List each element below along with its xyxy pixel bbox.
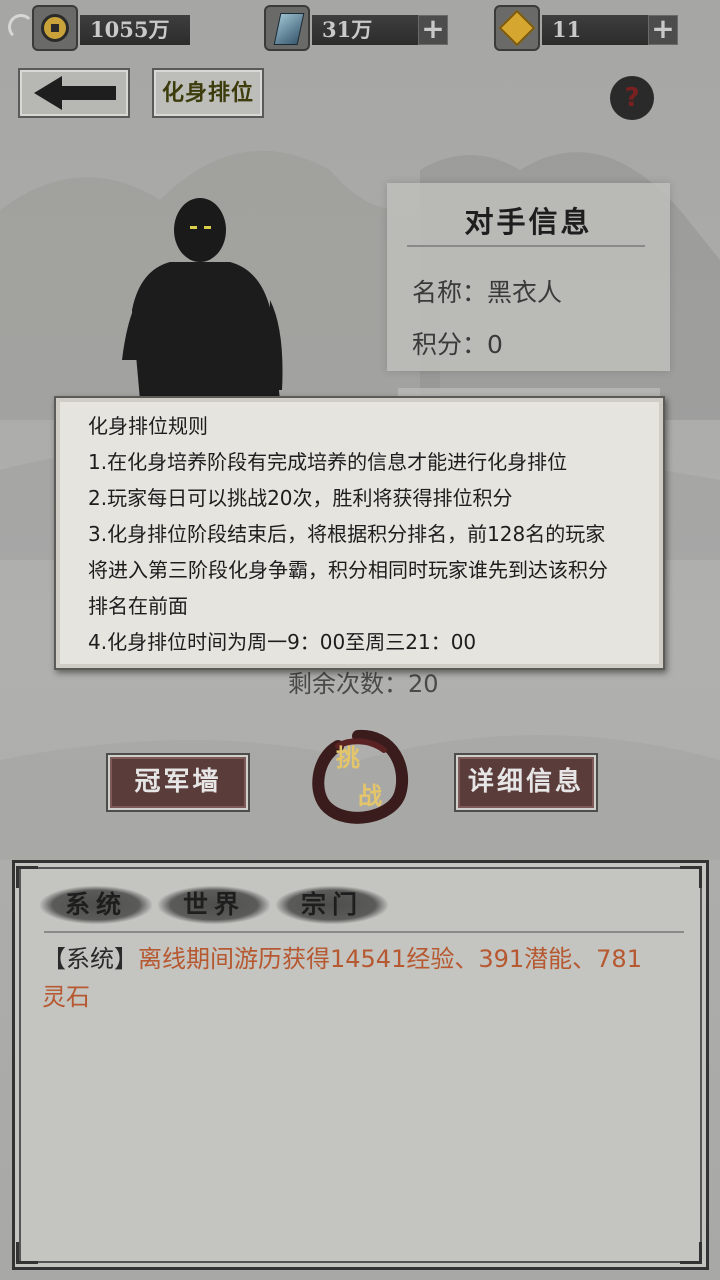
corner-ornament xyxy=(16,1242,38,1264)
rules-popup[interactable]: 化身排位规则 1.在化身培养阶段有完成培养的信息才能进行化身排位 2.玩家每日可… xyxy=(54,396,665,670)
opponent-name-row: 名称：黑衣人 xyxy=(412,273,562,309)
crystal-amount: 31万 xyxy=(312,15,418,45)
rules-title: 化身排位规则 xyxy=(88,414,208,438)
gold-ingot-icon xyxy=(494,5,540,51)
coin-amount: 1055万 xyxy=(80,15,190,45)
opponent-silhouette xyxy=(122,198,283,400)
details-button[interactable]: 详细信息 xyxy=(456,755,596,810)
chat-divider xyxy=(44,931,684,933)
opponent-score-label: 积分： xyxy=(412,330,488,359)
rule-line: 3.化身排位阶段结束后，将根据积分排名，前128名的玩家 xyxy=(88,522,606,546)
challenge-label-1: 挑 xyxy=(336,743,360,772)
rule-line: 将进入第三阶段化身争霸，积分相同时玩家谁先到达该积分 xyxy=(88,558,608,582)
divider xyxy=(407,245,645,247)
opponent-name-label: 名称： xyxy=(412,278,488,307)
crystal-icon xyxy=(264,5,310,51)
corner-ornament xyxy=(16,866,38,888)
opponent-name: 黑衣人 xyxy=(487,278,563,307)
rule-line: 4.化身排位时间为周一9：00至周三21：00 xyxy=(88,630,477,654)
message-channel-tag: 【系统】 xyxy=(42,945,138,973)
opponent-score: 0 xyxy=(487,330,503,359)
tab-system[interactable]: 系统 xyxy=(40,886,152,924)
chat-message: 【系统】离线期间游历获得14541经验、391潜能、781灵石 xyxy=(42,940,662,1016)
challenge-label-2: 战 xyxy=(358,781,382,810)
help-button[interactable]: ? xyxy=(610,76,654,120)
opponent-info-panel: 对手信息 名称：黑衣人 积分：0 xyxy=(387,183,670,371)
corner-ornament xyxy=(680,1242,702,1264)
corner-swirl-icon xyxy=(8,14,34,40)
opponent-score-row: 积分：0 xyxy=(412,325,503,361)
coin-icon xyxy=(32,5,78,51)
corner-ornament xyxy=(680,866,702,888)
arrow-left-icon xyxy=(34,76,116,110)
rule-line: 排名在前面 xyxy=(88,594,188,618)
gold-ingot-amount: 11 xyxy=(542,15,648,45)
question-icon: ? xyxy=(624,83,640,113)
page-title: 化身排位 xyxy=(152,68,264,118)
rule-line: 1.在化身培养阶段有完成培养的信息才能进行化身排位 xyxy=(88,450,568,474)
rule-line: 2.玩家每日可以挑战20次，胜利将获得排位积分 xyxy=(88,486,513,510)
tab-world[interactable]: 世界 xyxy=(158,886,270,924)
opponent-info-title: 对手信息 xyxy=(464,205,593,239)
back-button[interactable] xyxy=(18,68,130,118)
champion-wall-button[interactable]: 冠军墙 xyxy=(108,755,248,810)
challenge-button[interactable]: 挑 战 xyxy=(308,728,410,826)
add-gold-ingot-button[interactable]: + xyxy=(648,15,678,45)
add-crystal-button[interactable]: + xyxy=(418,15,448,45)
tab-sect[interactable]: 宗门 xyxy=(276,886,388,924)
